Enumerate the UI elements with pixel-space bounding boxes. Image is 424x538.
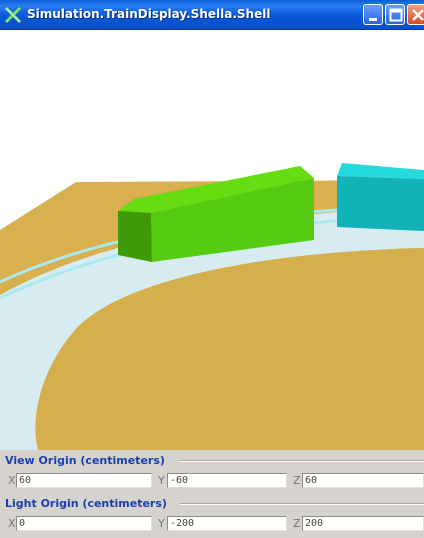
- light-z-field[interactable]: [302, 516, 424, 531]
- panel-divider: [180, 460, 424, 462]
- light-origin-panel: Light Origin (centimeters) X Y Z: [0, 490, 424, 538]
- 3d-viewport[interactable]: [0, 30, 424, 450]
- maximize-button[interactable]: [385, 4, 405, 25]
- minimize-icon: [369, 18, 377, 21]
- view-origin-panel: View Origin (centimeters) X Y Z: [0, 450, 424, 490]
- panel-divider: [180, 503, 424, 505]
- light-y-field[interactable]: [167, 516, 287, 531]
- title-bar[interactable]: Simulation.TrainDisplay.Shella.Shell: [0, 0, 424, 30]
- view-z-field[interactable]: [302, 473, 424, 488]
- teal-car-side: [337, 176, 424, 231]
- view-y-field[interactable]: [167, 473, 287, 488]
- green-car-front: [118, 211, 152, 262]
- light-origin-legend: Light Origin (centimeters): [5, 497, 167, 510]
- maximize-icon: [389, 8, 403, 22]
- view-y-label: Y: [158, 474, 165, 487]
- light-x-label: X: [8, 517, 16, 530]
- view-x-field[interactable]: [16, 473, 152, 488]
- window-title: Simulation.TrainDisplay.Shella.Shell: [27, 7, 271, 21]
- view-origin-legend: View Origin (centimeters): [5, 454, 165, 467]
- light-x-field[interactable]: [16, 516, 152, 531]
- minimize-button[interactable]: [363, 4, 383, 25]
- x-logo-icon: [4, 6, 22, 24]
- train-scene: [0, 163, 424, 450]
- light-z-label: Z: [293, 517, 301, 530]
- light-y-label: Y: [158, 517, 165, 530]
- view-x-label: X: [8, 474, 16, 487]
- close-button[interactable]: [407, 4, 424, 25]
- view-z-label: Z: [293, 474, 301, 487]
- close-icon: [412, 9, 424, 21]
